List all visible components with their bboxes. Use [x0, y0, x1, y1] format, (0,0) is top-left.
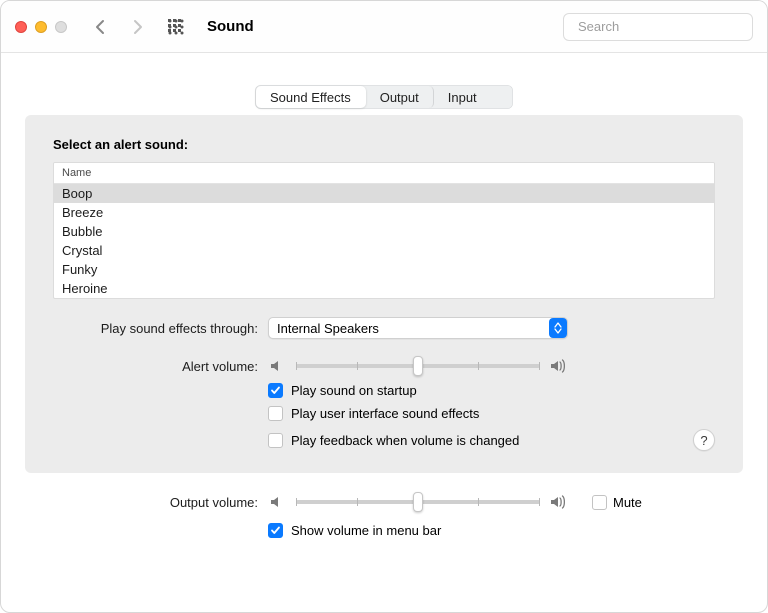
feedback-label: Play feedback when volume is changed [291, 433, 519, 448]
ui-effects-checkbox[interactable] [268, 406, 283, 421]
column-header-name: Name [54, 163, 714, 184]
list-item[interactable]: Heroine [54, 279, 714, 298]
output-volume-section: Output volume: [25, 473, 743, 538]
page-title: Sound [207, 18, 254, 35]
ui-effects-label: Play user interface sound effects [291, 406, 479, 421]
minimize-window[interactable] [35, 21, 47, 33]
tab-label: Input [448, 90, 477, 105]
tab-label: Sound Effects [270, 90, 351, 105]
dropdown-arrows-icon [549, 318, 567, 338]
output-volume-slider[interactable] [296, 500, 540, 504]
dropdown-value: Internal Speakers [277, 321, 379, 336]
list-item[interactable]: Bubble [54, 222, 714, 241]
tab-sound-effects[interactable]: Sound Effects [256, 86, 366, 108]
play-through-label: Play sound effects through: [53, 321, 258, 336]
alert-sound-list[interactable]: Name Boop Breeze Bubble Crystal Funky He… [53, 162, 715, 299]
tab-output[interactable]: Output [366, 86, 434, 108]
volume-low-icon [268, 493, 286, 511]
show-volume-menubar-label: Show volume in menu bar [291, 523, 441, 538]
list-item[interactable]: Crystal [54, 241, 714, 260]
startup-sound-label: Play sound on startup [291, 383, 417, 398]
section-heading: Select an alert sound: [53, 137, 715, 152]
volume-high-icon [550, 493, 568, 511]
show-volume-menubar-checkbox[interactable] [268, 523, 283, 538]
search-input[interactable] [578, 19, 754, 34]
slider-thumb[interactable] [413, 356, 423, 376]
tab-bar: Sound Effects Output Input [255, 85, 513, 109]
tab-label: Output [380, 90, 419, 105]
alert-volume-label: Alert volume: [53, 359, 258, 374]
close-window[interactable] [15, 21, 27, 33]
forward-button[interactable] [123, 13, 151, 41]
slider-thumb[interactable] [413, 492, 423, 512]
list-item[interactable]: Breeze [54, 203, 714, 222]
startup-sound-checkbox[interactable] [268, 383, 283, 398]
alert-volume-slider[interactable] [296, 364, 540, 368]
tab-input[interactable]: Input [434, 86, 491, 108]
help-button[interactable]: ? [693, 429, 715, 451]
output-volume-label: Output volume: [53, 495, 258, 510]
mute-checkbox[interactable] [592, 495, 607, 510]
list-item[interactable]: Boop [54, 184, 714, 203]
feedback-checkbox[interactable] [268, 433, 283, 448]
window-controls [15, 21, 67, 33]
zoom-window[interactable] [55, 21, 67, 33]
sound-effects-panel: Select an alert sound: Name Boop Breeze … [25, 115, 743, 473]
show-all-icon[interactable] [165, 16, 187, 38]
volume-high-icon [550, 357, 568, 375]
play-through-dropdown[interactable]: Internal Speakers [268, 317, 568, 339]
back-button[interactable] [87, 13, 115, 41]
mute-label: Mute [613, 495, 642, 510]
list-item[interactable]: Funky [54, 260, 714, 279]
volume-low-icon [268, 357, 286, 375]
search-field[interactable] [563, 13, 753, 41]
titlebar: Sound [1, 1, 767, 53]
